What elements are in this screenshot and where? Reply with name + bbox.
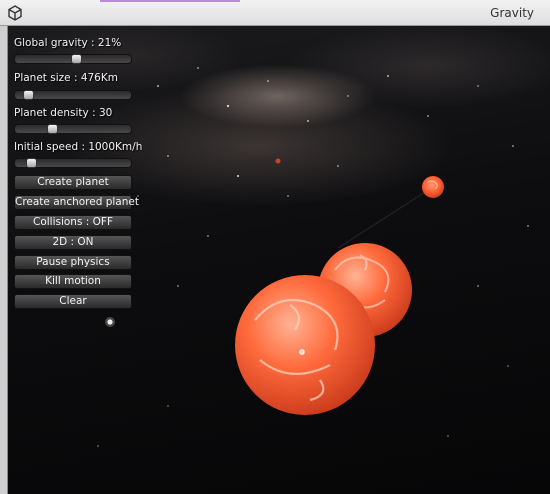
planet-small[interactable] [422, 176, 444, 198]
clear-button[interactable]: Clear [14, 294, 132, 309]
planet-density-label: Planet density : 30 [14, 107, 113, 119]
anchor-tether [337, 186, 434, 249]
initial-speed-slider[interactable] [14, 158, 132, 168]
game-window: Gravity Global gravity: 21% Planet size… [0, 0, 550, 494]
pause-physics-button[interactable]: Pause physics [14, 255, 132, 270]
kill-motion-button[interactable]: Kill motion [14, 274, 132, 289]
initial-speed-label: Initial speed : 1000Km/h [14, 141, 143, 153]
create-anchored-planet-button[interactable]: Create anchored planet [14, 195, 139, 210]
initial-speed-thumb[interactable] [26, 158, 37, 168]
planet-large[interactable] [235, 275, 375, 415]
global-gravity-label: Global gravity : 21% [14, 37, 122, 49]
planet-size-thumb[interactable] [23, 90, 34, 100]
planet-size-slider[interactable] [14, 90, 132, 100]
collisions-toggle-button[interactable]: Collisions : OFF [14, 215, 132, 230]
planet-density-thumb[interactable] [47, 124, 58, 134]
create-planet-button[interactable]: Create planet [14, 175, 132, 190]
global-gravity-thumb[interactable] [71, 54, 82, 64]
planet-density-slider[interactable] [14, 124, 132, 134]
global-gravity-slider[interactable] [14, 54, 132, 64]
mode-2d-toggle-button[interactable]: 2D : ON [14, 235, 132, 250]
planet-size-label: Planet size : 476Km [14, 72, 118, 84]
